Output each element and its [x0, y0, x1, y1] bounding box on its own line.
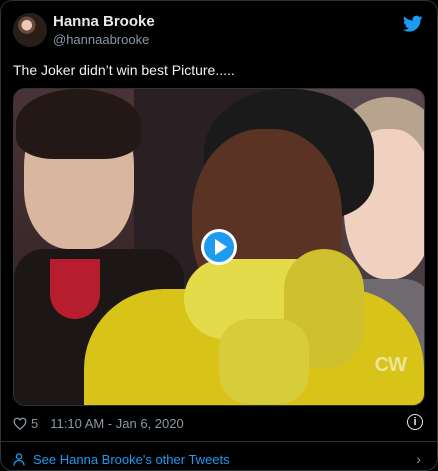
tweet-timestamp[interactable]: 11:10 AM - Jan 6, 2020: [50, 416, 183, 431]
author-handle[interactable]: @hannaabrooke: [53, 31, 155, 48]
play-icon: [214, 239, 227, 255]
play-button[interactable]: [201, 229, 237, 265]
like-count[interactable]: 5: [31, 416, 38, 431]
thumbnail-scarf: [219, 319, 309, 404]
network-watermark: CW: [374, 354, 407, 376]
avatar[interactable]: [13, 13, 47, 47]
tweet-video[interactable]: CW: [13, 88, 425, 406]
info-icon[interactable]: i: [407, 414, 423, 430]
see-other-tweets-label[interactable]: See Hanna Brooke's other Tweets: [33, 452, 230, 467]
divider: [1, 441, 437, 442]
chevron-right-icon[interactable]: ›: [416, 451, 421, 467]
thumbnail-person-left-shirt: [50, 259, 100, 319]
thumbnail-person-left-hair: [16, 89, 141, 159]
person-icon: [13, 452, 25, 466]
tweet-meta: 5 11:10 AM - Jan 6, 2020 i: [13, 414, 425, 432]
twitter-bird-icon[interactable]: [403, 15, 423, 33]
tweet-header: Hanna Brooke @hannaabrooke: [13, 13, 425, 47]
heart-icon[interactable]: [13, 417, 27, 430]
tweet-card: Hanna Brooke @hannaabrooke The Joker did…: [0, 0, 438, 471]
author-display-name[interactable]: Hanna Brooke: [53, 13, 155, 31]
see-other-tweets-link[interactable]: See Hanna Brooke's other Tweets ›: [13, 450, 425, 468]
author-block[interactable]: Hanna Brooke @hannaabrooke: [53, 13, 155, 48]
tweet-text: The Joker didn’t win best Picture.....: [13, 62, 235, 78]
